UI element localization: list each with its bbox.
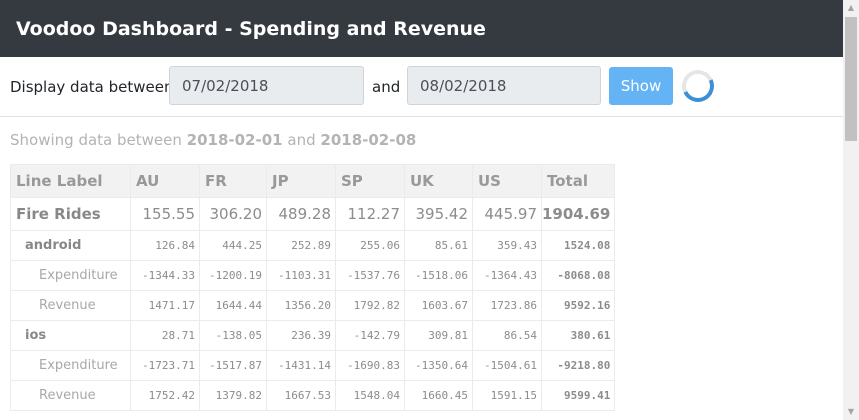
table-cell: -138.05 — [199, 320, 267, 351]
column-header-total: Total — [540, 164, 616, 198]
row-label: Fire Rides — [10, 197, 131, 231]
column-header-us: US — [472, 164, 542, 198]
table-cell: 1471.17 — [130, 290, 200, 321]
total-cell: 1904.69 — [540, 197, 616, 231]
page-scrollbar[interactable]: ▲ ▼ — [843, 0, 859, 420]
table-cell: 155.55 — [130, 197, 200, 231]
scroll-up-arrow-icon[interactable]: ▲ — [843, 0, 859, 16]
table-cell: -1431.14 — [266, 350, 336, 381]
table-cell: -1723.71 — [130, 350, 200, 381]
column-header-uk: UK — [404, 164, 473, 198]
table-cell: 1356.20 — [266, 290, 336, 321]
row-label: android — [10, 230, 131, 261]
table-cell: -1518.06 — [404, 260, 473, 291]
table-row: android 126.84 444.25 252.89 255.06 85.61 359.… — [10, 230, 616, 261]
column-header-jp: JP — [266, 164, 336, 198]
table-cell: 252.89 — [266, 230, 336, 261]
total-cell: 9599.41 — [540, 380, 616, 411]
table-cell: 112.27 — [335, 197, 405, 231]
table-cell: 86.54 — [472, 320, 542, 351]
table-header-row: Line Label AU FR JP SP UK US Total — [10, 164, 616, 198]
table-cell: -1504.61 — [472, 350, 542, 381]
table-cell: -1344.33 — [130, 260, 200, 291]
column-header-fr: FR — [199, 164, 267, 198]
column-header-au: AU — [130, 164, 200, 198]
table-row: Fire Rides 155.55 306.20 489.28 112.27 395.42… — [10, 197, 616, 231]
date-filter-bar: Display data between and Show — [0, 57, 843, 117]
table-cell: 28.71 — [130, 320, 200, 351]
total-cell: 9592.16 — [540, 290, 616, 321]
table-row: ios 28.71 -138.05 236.39 -142.79 309.81 86.54 3… — [10, 320, 616, 351]
row-label: Revenue — [10, 380, 131, 411]
column-header-line-label: Line Label — [10, 164, 131, 198]
table-cell: 85.61 — [404, 230, 473, 261]
table-cell: 1603.67 — [404, 290, 473, 321]
table-cell: 1667.53 — [266, 380, 336, 411]
summary-and: and — [287, 131, 316, 149]
table-cell: 1792.82 — [335, 290, 405, 321]
table-cell: -142.79 — [335, 320, 405, 351]
table-body: Fire Rides 155.55 306.20 489.28 112.27 395.42… — [10, 197, 616, 411]
table-cell: -1350.64 — [404, 350, 473, 381]
total-cell: 1524.08 — [540, 230, 616, 261]
display-between-label: Display data between — [10, 78, 174, 96]
table-cell: 1660.45 — [404, 380, 473, 411]
table-cell: -1517.87 — [199, 350, 267, 381]
column-header-sp: SP — [335, 164, 405, 198]
table-cell: -1690.83 — [335, 350, 405, 381]
table-cell: 255.06 — [335, 230, 405, 261]
total-cell: -9218.80 — [540, 350, 616, 381]
total-cell: -8068.08 — [540, 260, 616, 291]
table-cell: 445.97 — [472, 197, 542, 231]
date-range-summary: Showing data between 2018-02-01 and 2018… — [10, 130, 416, 150]
table-row: Expenditure -1723.71 -1517.87 -1431.14 -1690… — [10, 350, 616, 381]
summary-end-date: 2018-02-08 — [320, 131, 417, 149]
table-cell: -1103.31 — [266, 260, 336, 291]
table-row: Revenue 1752.42 1379.82 1667.53 1548.04 1660.… — [10, 380, 616, 411]
app-header: Voodoo Dashboard - Spending and Revenue — [0, 0, 843, 57]
table-row: Expenditure -1344.33 -1200.19 -1103.31 -1537… — [10, 260, 616, 291]
table-cell: 359.43 — [472, 230, 542, 261]
table-cell: 1379.82 — [199, 380, 267, 411]
scrollbar-thumb[interactable] — [845, 17, 857, 141]
row-label: Expenditure — [10, 350, 131, 381]
scroll-down-arrow-icon[interactable]: ▼ — [843, 404, 859, 420]
summary-start-date: 2018-02-01 — [186, 131, 283, 149]
table-cell: -1200.19 — [199, 260, 267, 291]
table-cell: 1752.42 — [130, 380, 200, 411]
table-cell: 1644.44 — [199, 290, 267, 321]
table-cell: 395.42 — [404, 197, 473, 231]
table-cell: -1364.43 — [472, 260, 542, 291]
table-cell: 306.20 — [199, 197, 267, 231]
row-label: Expenditure — [10, 260, 131, 291]
table-cell: 126.84 — [130, 230, 200, 261]
table-cell: 1548.04 — [335, 380, 405, 411]
table-cell: -1537.76 — [335, 260, 405, 291]
table-cell: 444.25 — [199, 230, 267, 261]
table-cell: 1723.86 — [472, 290, 542, 321]
table-cell: 309.81 — [404, 320, 473, 351]
table-cell: 1591.15 — [472, 380, 542, 411]
summary-prefix: Showing data between — [10, 131, 182, 149]
table-cell: 489.28 — [266, 197, 336, 231]
show-button[interactable]: Show — [609, 67, 673, 105]
total-cell: 380.61 — [540, 320, 616, 351]
table-row: Revenue 1471.17 1644.44 1356.20 1792.82 1603.… — [10, 290, 616, 321]
page-title: Voodoo Dashboard - Spending and Revenue — [16, 18, 486, 40]
loading-spinner-icon — [677, 65, 719, 107]
start-date-input[interactable] — [169, 66, 364, 105]
row-label: Revenue — [10, 290, 131, 321]
data-table: Line Label AU FR JP SP UK US Total Fire … — [10, 164, 616, 411]
end-date-input[interactable] — [407, 66, 601, 105]
and-label: and — [372, 78, 401, 96]
table-cell: 236.39 — [266, 320, 336, 351]
row-label: ios — [10, 320, 131, 351]
